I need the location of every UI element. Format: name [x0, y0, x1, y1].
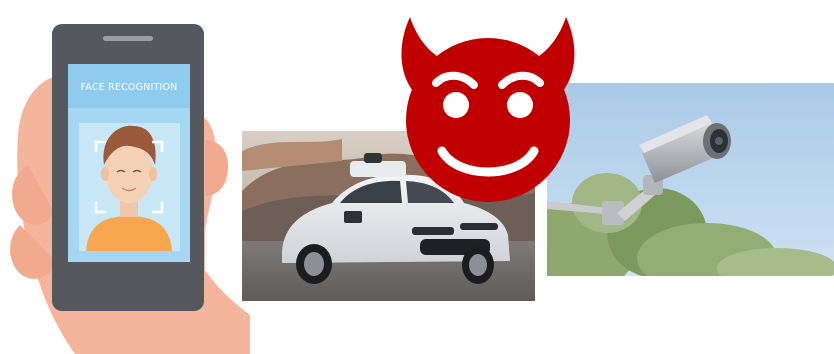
security-camera-image — [547, 83, 834, 276]
screen-title: FACE RECOGNITION — [81, 82, 178, 93]
devil-emoji-icon — [388, 3, 588, 203]
phone-body: FACE RECOGNITION — [52, 24, 204, 311]
speaker-slot — [103, 36, 153, 41]
phone-illustration: FACE RECOGNITION — [0, 0, 250, 354]
